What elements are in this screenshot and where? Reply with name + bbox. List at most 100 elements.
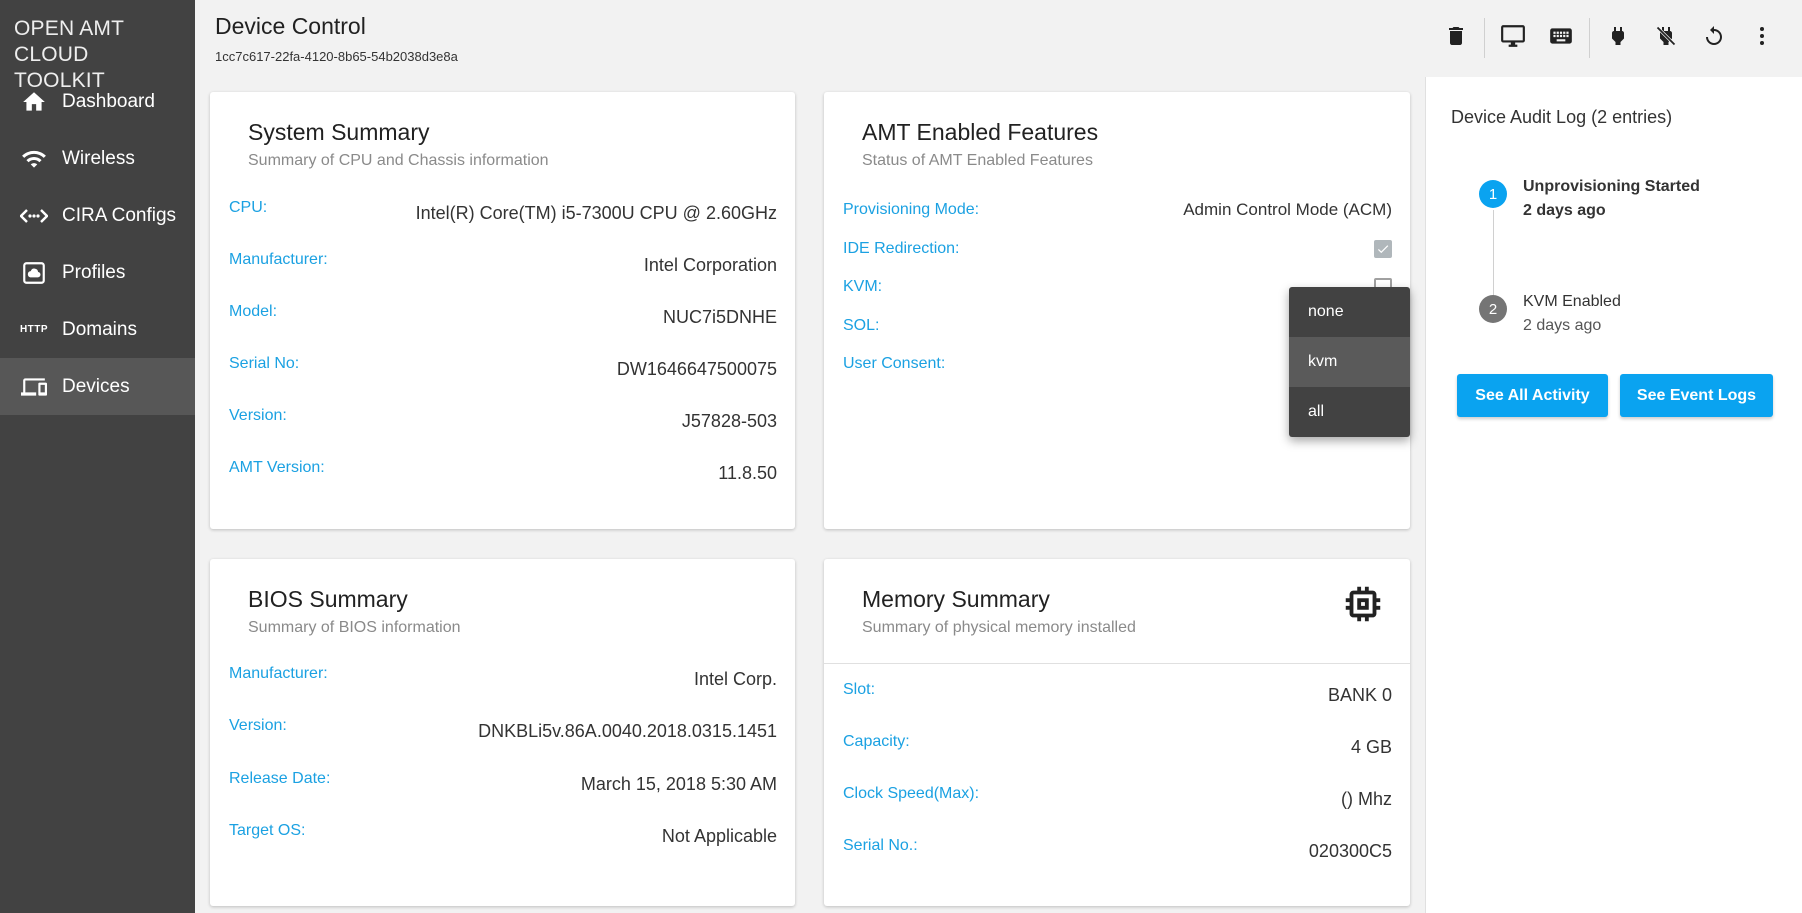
audit-log-title: Device Audit Log (2 entries) <box>1451 107 1673 127</box>
provisioning-mode-value: Admin Control Mode (ACM) <box>1183 200 1392 219</box>
ide-redirection-row: IDE Redirection: <box>843 237 1392 261</box>
info-label: IDE Redirection: <box>843 240 960 257</box>
info-value: 020300C5 <box>1308 841 1392 861</box>
info-row: Model: NUC7i5DNHE <box>229 303 777 328</box>
info-row: Serial No.: 020300C5 <box>843 837 1392 862</box>
info-label: Clock Speed(Max): <box>843 785 980 802</box>
power-on-button[interactable] <box>1598 18 1638 58</box>
system-summary-card: System Summary Summary of CPU and Chassi… <box>210 92 795 529</box>
restart-icon <box>1702 23 1726 54</box>
dropdown-option-none[interactable]: none <box>1289 287 1410 337</box>
info-row: Version: J57828-503 <box>229 407 777 432</box>
info-row: Manufacturer: Intel Corp. <box>229 665 777 690</box>
info-label: Capacity: <box>843 733 910 750</box>
info-label: KVM: <box>843 278 883 295</box>
user-consent-dropdown: none kvm all <box>1289 287 1410 437</box>
plug-off-icon <box>1654 23 1678 54</box>
info-value: () Mhz <box>1341 789 1392 809</box>
sidebar-item-label: Wireless <box>62 147 135 169</box>
card-subtitle: Status of AMT Enabled Features <box>862 152 1093 169</box>
info-label: Version: <box>229 717 287 734</box>
step-badge: 1 <box>1479 180 1507 208</box>
info-row: AMT Version: 11.8.50 <box>229 459 777 484</box>
power-off-button[interactable] <box>1646 18 1686 58</box>
audit-time: 2 days ago <box>1523 202 1606 219</box>
info-row: Version: DNKBLi5v.86A.0040.2018.0315.145… <box>229 717 777 742</box>
info-row: Clock Speed(Max): () Mhz <box>843 785 1392 810</box>
toolbar-divider <box>1484 18 1485 58</box>
card-title: AMT Enabled Features <box>862 119 1099 145</box>
info-value: J57828-503 <box>681 411 777 431</box>
http-icon-text: HTTP <box>19 324 49 335</box>
info-row: Target OS: Not Applicable <box>229 822 777 847</box>
device-id: 1cc7c617-22fa-4120-8b65-54b2038d3e8a <box>215 49 458 64</box>
info-label: Manufacturer: <box>229 665 328 682</box>
info-label: Target OS: <box>229 822 306 839</box>
info-label: Manufacturer: <box>229 251 328 268</box>
info-value: Not Applicable <box>661 826 777 846</box>
provisioning-mode-row: Provisioning Mode: Admin Control Mode (A… <box>843 198 1392 222</box>
dropdown-option-kvm[interactable]: kvm <box>1289 337 1410 387</box>
info-label: Serial No: <box>229 355 300 372</box>
card-divider <box>824 663 1410 664</box>
info-value: Intel Corporation <box>643 255 777 275</box>
bios-summary-card: BIOS Summary Summary of BIOS information… <box>210 559 795 906</box>
info-value: 4 GB <box>1350 737 1392 757</box>
toolbar-divider <box>1589 18 1590 58</box>
delete-button[interactable] <box>1436 18 1476 58</box>
card-subtitle: Summary of BIOS information <box>248 619 461 636</box>
ide-redirection-checkbox[interactable] <box>1374 240 1392 258</box>
info-label: Model: <box>229 303 278 320</box>
info-label: User Consent: <box>843 355 946 372</box>
cira-icon <box>20 202 48 230</box>
brand-line-1: OPEN AMT <box>14 17 125 40</box>
memory-chip-icon <box>1340 581 1386 632</box>
info-row: Slot: BANK 0 <box>843 681 1392 706</box>
info-value: 11.8.50 <box>718 463 777 483</box>
sidebar-item-label: Domains <box>62 318 137 340</box>
dropdown-option-all[interactable]: all <box>1289 387 1410 437</box>
sidebar-item-profiles[interactable]: Profiles <box>0 244 195 301</box>
device-toolbar <box>1428 18 1782 58</box>
audit-time: 2 days ago <box>1523 317 1602 334</box>
info-label: Serial No.: <box>843 837 918 854</box>
sol-button[interactable] <box>1541 18 1581 58</box>
info-row: CPU: Intel(R) Core(TM) i5-7300U CPU @ 2.… <box>229 199 777 224</box>
keyboard-icon <box>1547 23 1575 54</box>
memory-summary-card: Memory Summary Summary of physical memor… <box>824 559 1410 906</box>
info-value: DW1646647500075 <box>616 359 777 379</box>
info-label: Provisioning Mode: <box>843 201 980 218</box>
devices-icon <box>20 373 48 401</box>
audit-entry: 2 KVM Enabled 2 days ago <box>1479 290 1621 338</box>
sidebar-item-domains[interactable]: HTTP Domains <box>0 301 195 358</box>
info-value: DNKBLi5v.86A.0040.2018.0315.1451 <box>478 721 777 741</box>
info-label: Version: <box>229 407 287 424</box>
info-label: Slot: <box>843 681 876 698</box>
page-title: Device Control <box>215 13 366 39</box>
sidebar-item-devices[interactable]: Devices <box>0 358 195 415</box>
info-row: Manufacturer: Intel Corporation <box>229 251 777 276</box>
info-label: CPU: <box>229 199 268 216</box>
card-title: System Summary <box>248 119 430 145</box>
more-options-button[interactable] <box>1742 18 1782 58</box>
home-icon <box>20 88 48 116</box>
sidebar-item-label: Dashboard <box>62 90 155 112</box>
info-value: March 15, 2018 5:30 AM <box>580 774 777 794</box>
info-value: Intel Corp. <box>693 669 777 689</box>
info-value: Intel(R) Core(TM) i5-7300U CPU @ 2.60GHz <box>415 203 777 223</box>
reset-button[interactable] <box>1694 18 1734 58</box>
brand-logo: OPEN AMT CLOUD TOOLKIT <box>0 0 195 92</box>
see-event-logs-button[interactable]: See Event Logs <box>1620 374 1773 417</box>
audit-event: Unprovisioning Started <box>1523 178 1700 195</box>
cloud-box-icon <box>20 259 48 287</box>
sidebar-item-wireless[interactable]: Wireless <box>0 130 195 187</box>
trash-icon <box>1444 24 1468 53</box>
sidebar-item-cira-configs[interactable]: CIRA Configs <box>0 187 195 244</box>
sidebar-item-label: Devices <box>62 375 130 397</box>
see-all-activity-button[interactable]: See All Activity <box>1457 374 1608 417</box>
audit-log-panel: Device Audit Log (2 entries) 1 Unprovisi… <box>1425 77 1802 913</box>
sidebar: OPEN AMT CLOUD TOOLKIT Dashboard Wireles… <box>0 0 195 913</box>
check-icon <box>1377 245 1389 254</box>
audit-entry: 1 Unprovisioning Started 2 days ago <box>1479 175 1700 223</box>
kvm-button[interactable] <box>1493 18 1533 58</box>
